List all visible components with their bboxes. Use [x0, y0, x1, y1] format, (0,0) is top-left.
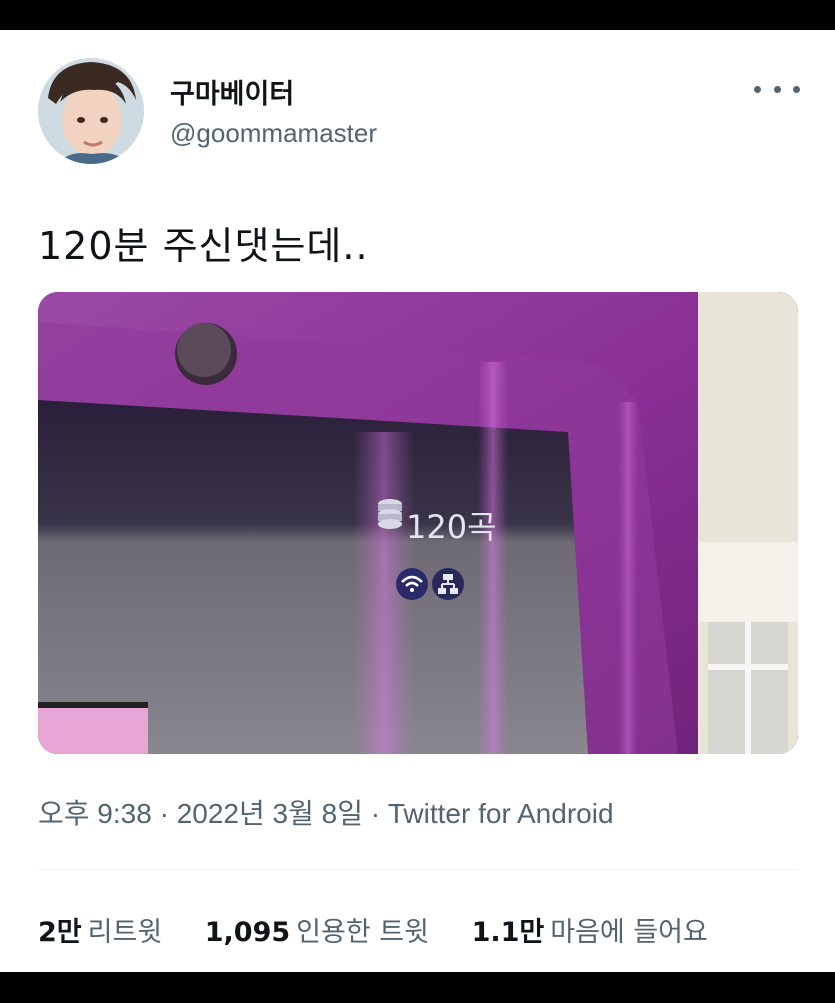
tweet-time[interactable]: 오후 9:38: [38, 798, 152, 829]
media-photo-svg: 120곡: [38, 292, 798, 754]
meta-separator: ·: [151, 798, 177, 829]
bottom-black-bar: [0, 972, 835, 1003]
more-dot: [773, 85, 781, 93]
tweet-card: 구마베이터 @goommamaster 120분 주신댓는데.. 120곡 오후…: [0, 30, 835, 972]
more-dot: [754, 85, 761, 93]
quote-tweets-stat[interactable]: 1,095 인용한 트윗: [205, 910, 429, 949]
tweet-source[interactable]: Twitter for Android: [388, 798, 614, 829]
like-label: 마음에 들어요: [550, 917, 708, 948]
overlay-song-count: 120곡: [406, 508, 497, 546]
top-black-bar: [0, 0, 835, 30]
tweet-media-photo[interactable]: 120곡: [38, 292, 798, 754]
database-icon: [378, 499, 402, 529]
username-handle[interactable]: @goommamaster: [170, 118, 377, 149]
retweets-stat[interactable]: 2만 리트윗: [38, 910, 162, 949]
more-dot: [793, 85, 800, 93]
tweet-stats: 2만 리트윗 1,095 인용한 트윗 1.1만 마음에 들어요: [38, 910, 742, 949]
quote-label: 인용한 트윗: [296, 917, 429, 948]
tweet-meta: 오후 9:38 · 2022년 3월 8일 · Twitter for Andr…: [38, 792, 614, 832]
network-icon: [432, 568, 464, 600]
quote-count: 1,095: [204, 917, 291, 948]
avatar[interactable]: [38, 58, 144, 164]
like-count: 1.1만: [471, 917, 545, 948]
retweet-label: 리트윗: [87, 917, 163, 948]
wifi-icon: [396, 568, 428, 600]
tweet-date[interactable]: 2022년 3월 8일: [177, 798, 363, 829]
meta-separator: ·: [362, 798, 388, 829]
divider: [38, 869, 798, 870]
avatar-image: [38, 58, 144, 164]
likes-stat[interactable]: 1.1만 마음에 들어요: [472, 910, 708, 949]
more-options-icon[interactable]: [754, 78, 800, 100]
display-name[interactable]: 구마베이터: [170, 72, 294, 111]
tweet-text: 120분 주신댓는데..: [38, 224, 369, 268]
retweet-count: 2만: [38, 917, 82, 948]
